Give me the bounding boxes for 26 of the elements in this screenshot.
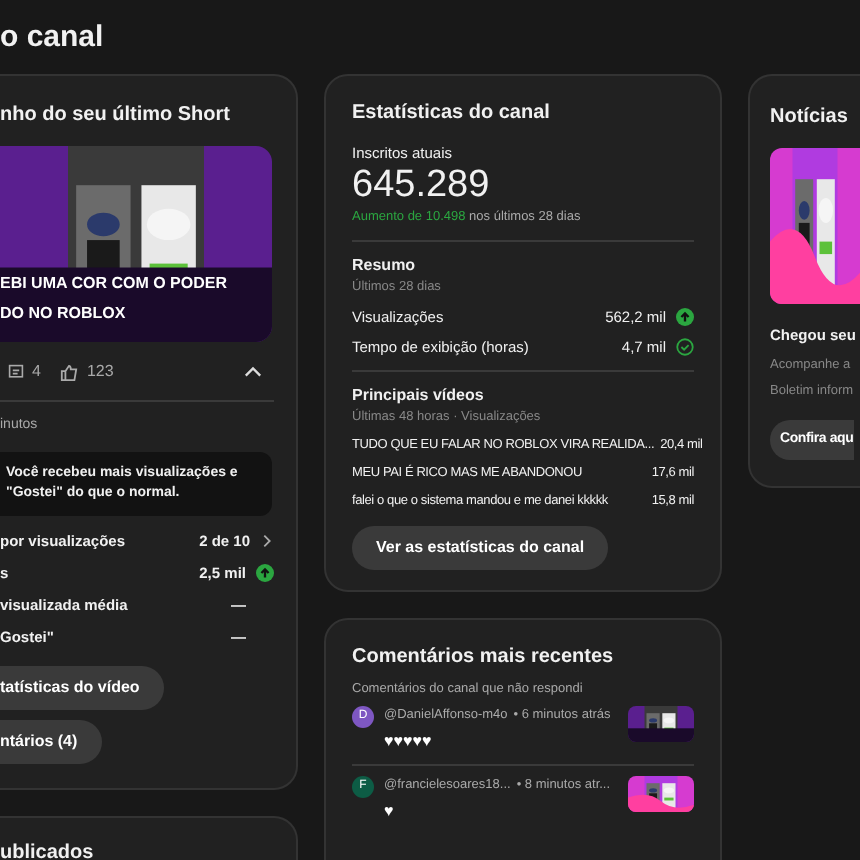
trend-up-icon: [256, 564, 274, 582]
card-title: nho do seu último Short: [0, 102, 232, 130]
card-title: Estatísticas do canal: [352, 100, 552, 128]
card-title: ublicados: [0, 839, 96, 860]
comment-count: 4: [32, 360, 41, 384]
collapse-button[interactable]: [244, 366, 262, 378]
section-title: Resumo: [352, 254, 418, 278]
check-icon: [676, 338, 694, 357]
trend-up-icon: [676, 307, 694, 326]
chevron-up-icon: [244, 366, 262, 378]
subscriber-count: 645.289: [352, 164, 492, 209]
action-button[interactable]: ntários (4): [0, 719, 102, 763]
action-button[interactable]: tatísticas do vídeo: [0, 665, 164, 709]
like-count: 123: [86, 360, 114, 384]
channel-stats-button[interactable]: Ver as estatísticas do canal: [352, 526, 609, 571]
short-caption: EBI UMA COR COM O PODER: [0, 272, 227, 296]
chevron-right-icon[interactable]: [260, 532, 274, 550]
thumbs-up-icon: [60, 363, 79, 381]
card-title: Comentários mais recentes: [352, 644, 616, 673]
comment-text: ♥♥♥♥♥: [384, 729, 434, 754]
section-title: Principais vídeos: [352, 384, 486, 408]
page-title: o canal: [0, 18, 104, 58]
card-title: Notícias: [770, 104, 850, 132]
short-caption: DO NO ROBLOX: [0, 302, 128, 326]
comment-icon: [8, 364, 24, 380]
comment-text: ♥: [384, 799, 396, 823]
